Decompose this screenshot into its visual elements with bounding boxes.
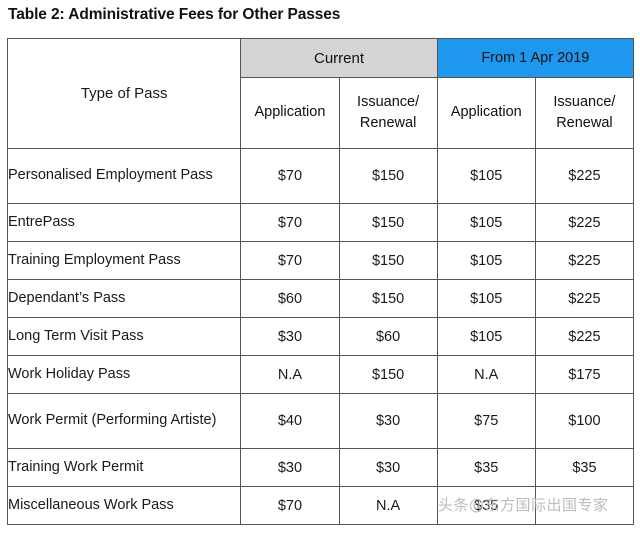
cell-current-issuance-renewal: $150 xyxy=(338,241,438,280)
cell-new-issuance-renewal: $225 xyxy=(534,279,635,318)
header-current-issuance-renewal: Issuance/ Renewal xyxy=(338,77,438,149)
cell-current-issuance-renewal: $30 xyxy=(338,448,438,487)
table-row: EntrePass $70 $150 $105 $225 xyxy=(6,203,635,242)
header-group-current: Current xyxy=(240,38,438,78)
subheader-line2: Renewal xyxy=(359,115,417,131)
cell-current-application: $70 xyxy=(240,486,340,525)
cell-new-application: $105 xyxy=(436,148,536,204)
cell-pass-type: Personalised Employment Pass xyxy=(6,148,242,204)
cell-current-issuance-renewal: $60 xyxy=(338,317,438,356)
cell-new-issuance-renewal: $175 xyxy=(534,355,635,394)
cell-current-application: N.A xyxy=(240,355,340,394)
cell-new-issuance-renewal xyxy=(534,486,635,525)
subheader-line1: Application xyxy=(254,104,326,121)
cell-pass-type: Dependant’s Pass xyxy=(6,279,242,318)
cell-pass-type: Training Work Permit xyxy=(6,448,242,487)
administrative-fees-table: Type of Pass Current From 1 Apr 2019 App… xyxy=(6,38,635,525)
cell-current-application: $70 xyxy=(240,203,340,242)
header-type-of-pass: Type of Pass xyxy=(6,38,242,149)
table-row: Dependant’s Pass $60 $150 $105 $225 xyxy=(6,279,635,318)
cell-current-application: $40 xyxy=(240,393,340,449)
cell-pass-type: Work Permit (Performing Artiste) xyxy=(6,393,242,449)
header-group-from-1-apr-2019: From 1 Apr 2019 xyxy=(436,38,635,78)
cell-new-issuance-renewal: $35 xyxy=(534,448,635,487)
table-row: Long Term Visit Pass $30 $60 $105 $225 xyxy=(6,317,635,356)
cell-current-application: $70 xyxy=(240,148,340,204)
cell-current-issuance-renewal: $150 xyxy=(338,148,438,204)
header-row-groups: Type of Pass Current From 1 Apr 2019 xyxy=(6,38,635,149)
cell-new-application: $105 xyxy=(436,241,536,280)
cell-new-application: $105 xyxy=(436,317,536,356)
cell-current-application: $30 xyxy=(240,317,340,356)
cell-current-application: $70 xyxy=(240,241,340,280)
cell-new-application: $35 xyxy=(436,448,536,487)
table-row: Personalised Employment Pass $70 $150 $1… xyxy=(6,148,635,204)
cell-current-issuance-renewal: $150 xyxy=(338,355,438,394)
cell-new-application: $35 xyxy=(436,486,536,525)
cell-new-issuance-renewal: $225 xyxy=(534,148,635,204)
cell-current-application: $60 xyxy=(240,279,340,318)
subheader-line1: Application xyxy=(450,104,522,121)
cell-new-issuance-renewal: $100 xyxy=(534,393,635,449)
cell-pass-type: Work Holiday Pass xyxy=(6,355,242,394)
cell-current-issuance-renewal: $30 xyxy=(338,393,438,449)
cell-pass-type: Training Employment Pass xyxy=(6,241,242,280)
subheader-line1: Issuance/ xyxy=(553,93,616,110)
cell-current-issuance-renewal: $150 xyxy=(338,203,438,242)
cell-new-application: $105 xyxy=(436,203,536,242)
header-current-application: Application xyxy=(240,77,340,149)
table-row: Miscellaneous Work Pass $70 N.A $35 xyxy=(6,486,635,525)
cell-new-issuance-renewal: $225 xyxy=(534,203,635,242)
subheader-line1: Issuance/ xyxy=(357,93,420,110)
subheader-line2: Renewal xyxy=(556,115,613,131)
cell-new-issuance-renewal: $225 xyxy=(534,241,635,280)
table-row: Work Permit (Performing Artiste) $40 $30… xyxy=(6,393,635,449)
cell-new-application: N.A xyxy=(436,355,536,394)
cell-current-issuance-renewal: N.A xyxy=(338,486,438,525)
cell-new-application: $75 xyxy=(436,393,536,449)
table-row: Training Employment Pass $70 $150 $105 $… xyxy=(6,241,635,280)
cell-pass-type: Miscellaneous Work Pass xyxy=(6,486,242,525)
table-header: Type of Pass Current From 1 Apr 2019 App… xyxy=(6,38,635,149)
cell-pass-type: Long Term Visit Pass xyxy=(6,317,242,356)
cell-current-application: $30 xyxy=(240,448,340,487)
cell-new-issuance-renewal: $225 xyxy=(534,317,635,356)
table-row: Training Work Permit $30 $30 $35 $35 xyxy=(6,448,635,487)
cell-current-issuance-renewal: $150 xyxy=(338,279,438,318)
cell-pass-type: EntrePass xyxy=(6,203,242,242)
table-page: Table 2: Administrative Fees for Other P… xyxy=(0,0,640,534)
header-new-issuance-renewal: Issuance/ Renewal xyxy=(534,77,635,149)
table-row: Work Holiday Pass N.A $150 N.A $175 xyxy=(6,355,635,394)
table-body: Personalised Employment Pass $70 $150 $1… xyxy=(6,148,635,525)
cell-new-application: $105 xyxy=(436,279,536,318)
page-title: Table 2: Administrative Fees for Other P… xyxy=(8,6,341,23)
header-new-application: Application xyxy=(436,77,536,149)
